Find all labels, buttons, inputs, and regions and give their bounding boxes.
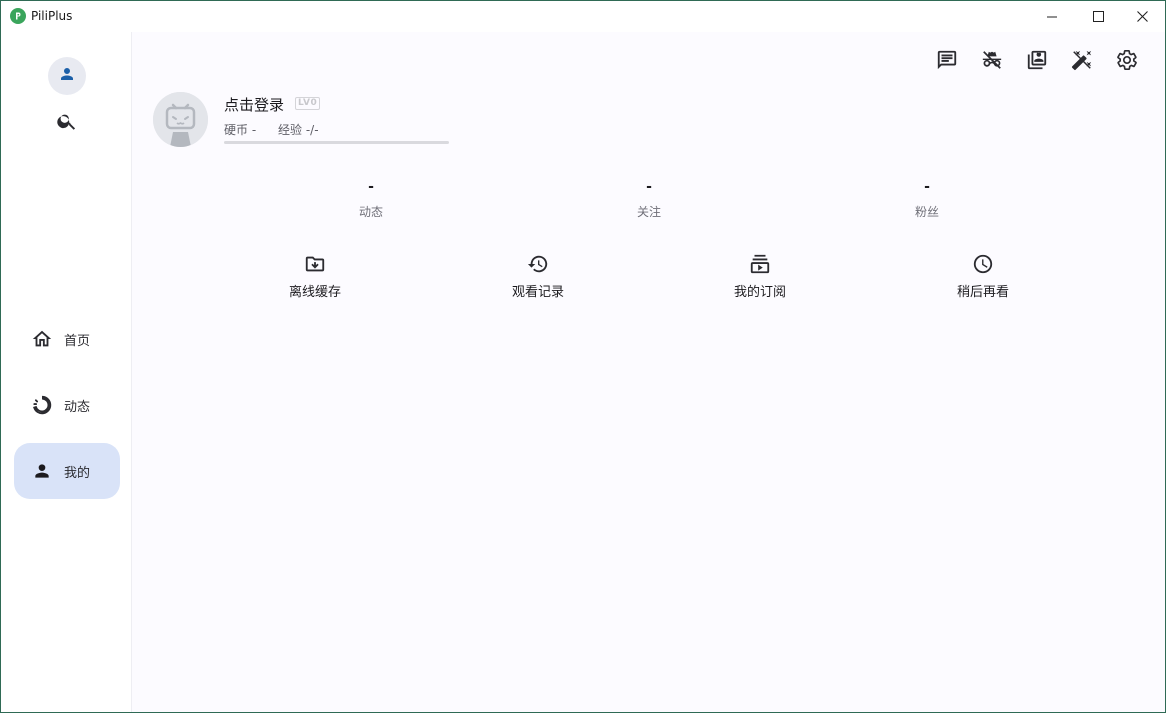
app-window: PiliPlus 首页 动态 我的 点击登录 LV0 硬币 - 经验 -/- -…	[0, 0, 1166, 713]
stat-value: -	[646, 179, 652, 195]
app-logo-icon	[10, 8, 26, 24]
sidebar-item-dynamic[interactable]: 动态	[14, 377, 120, 433]
stat-value: -	[924, 179, 930, 195]
watch-later-button[interactable]: 稍后再看	[923, 252, 1043, 300]
sidebar-item-label: 我的	[64, 466, 91, 481]
stat-following[interactable]: - 关注	[589, 179, 709, 220]
exp-count: 经验 -/-	[278, 123, 319, 137]
stat-label: 关注	[636, 205, 661, 219]
profile-avatar[interactable]	[153, 92, 208, 147]
incognito-button[interactable]	[980, 50, 1004, 74]
subscription-icon	[748, 252, 772, 276]
sidebar-item-home[interactable]: 首页	[14, 311, 120, 367]
stat-label: 粉丝	[914, 205, 939, 219]
login-prompt[interactable]: 点击登录	[224, 94, 284, 115]
stat-fans[interactable]: - 粉丝	[867, 179, 987, 220]
quick-action-label: 稍后再看	[956, 285, 1009, 300]
favorites-button[interactable]	[1025, 50, 1049, 74]
favorites-icon	[1026, 49, 1048, 75]
coins-count: 硬币 -	[224, 123, 257, 137]
close-button[interactable]	[1119, 1, 1165, 32]
subscription-button[interactable]: 我的订阅	[700, 252, 820, 300]
person-icon	[58, 65, 76, 87]
maximize-button[interactable]	[1075, 1, 1121, 32]
theme-button[interactable]	[1070, 50, 1094, 74]
minimize-button[interactable]	[1029, 1, 1075, 32]
theme-icon	[1071, 49, 1093, 75]
watch-later-icon	[971, 252, 995, 276]
quick-action-label: 我的订阅	[733, 285, 786, 300]
settings-button[interactable]	[1115, 50, 1139, 74]
history-icon	[526, 252, 550, 276]
sidebar-item-label: 动态	[64, 400, 91, 415]
settings-icon	[1116, 49, 1138, 75]
level-badge: LV0	[295, 97, 321, 110]
stat-value: -	[368, 179, 374, 195]
offline-download-icon	[303, 252, 327, 276]
message-button[interactable]	[935, 50, 959, 74]
quick-action-label: 离线缓存	[288, 285, 341, 300]
stat-label: 动态	[358, 205, 383, 219]
person-icon	[30, 459, 54, 483]
stat-dynamic[interactable]: - 动态	[311, 179, 431, 220]
main-content: 点击登录 LV0 硬币 - 经验 -/- - 动态 - 关注 - 粉丝 离线缓存	[133, 32, 1165, 712]
search-icon	[56, 110, 78, 136]
incognito-icon	[981, 49, 1003, 75]
search-button[interactable]	[55, 111, 79, 135]
top-toolbar	[935, 50, 1139, 74]
sidebar-item-label: 首页	[64, 334, 91, 349]
offline-cache-button[interactable]: 离线缓存	[255, 252, 375, 300]
exp-progress-bar	[224, 141, 449, 144]
title-bar: PiliPlus	[1, 1, 1165, 32]
default-avatar-icon	[153, 92, 208, 147]
home-icon	[30, 327, 54, 351]
sidebar-avatar-button[interactable]	[48, 57, 86, 95]
quick-action-label: 观看记录	[511, 285, 564, 300]
history-button[interactable]: 观看记录	[478, 252, 598, 300]
sidebar-item-mine[interactable]: 我的	[14, 443, 120, 499]
message-icon	[936, 49, 958, 75]
sidebar: 首页 动态 我的	[1, 32, 132, 712]
window-title: PiliPlus	[31, 9, 73, 23]
dynamic-icon	[30, 393, 54, 417]
